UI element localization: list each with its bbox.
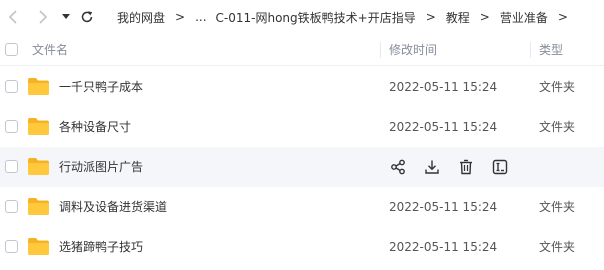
- file-name[interactable]: 调料及设备进货渠道: [59, 187, 167, 227]
- breadcrumb-separator: >: [557, 10, 568, 24]
- share-button[interactable]: [389, 158, 407, 176]
- select-all-checkbox[interactable]: [5, 43, 18, 56]
- breadcrumb-separator: >: [425, 10, 436, 24]
- file-row[interactable]: 选猪蹄鸭子技巧 2022-05-11 15:24 文件夹: [0, 227, 604, 267]
- download-icon: [425, 160, 439, 174]
- rename-button[interactable]: [491, 158, 509, 176]
- column-header-type[interactable]: 类型: [539, 34, 563, 66]
- file-name[interactable]: 选猪蹄鸭子技巧: [59, 227, 143, 267]
- breadcrumb-separator: >: [175, 10, 186, 24]
- breadcrumb-root[interactable]: 我的网盘: [117, 9, 165, 26]
- file-row[interactable]: 调料及设备进货渠道 2022-05-11 15:24 文件夹: [0, 187, 604, 227]
- breadcrumb-ellipsis[interactable]: ...: [195, 10, 206, 24]
- file-name[interactable]: 行动派图片广告: [59, 147, 143, 187]
- breadcrumb-item[interactable]: C-011-网hong铁板鸭技术+开店指导: [216, 9, 416, 26]
- chevron-left-icon: [8, 10, 17, 24]
- row-checkbox[interactable]: [5, 240, 18, 253]
- refresh-icon: [81, 11, 93, 23]
- row-checkbox[interactable]: [5, 80, 18, 93]
- file-type: 文件夹: [539, 80, 576, 94]
- folder-icon: [28, 198, 49, 215]
- file-name[interactable]: 各种设备尺寸: [59, 107, 131, 147]
- refresh-button[interactable]: [78, 8, 96, 26]
- back-button[interactable]: [6, 8, 20, 26]
- history-dropdown-button[interactable]: [60, 8, 72, 26]
- column-divider[interactable]: [380, 42, 381, 58]
- breadcrumb-item[interactable]: 教程: [446, 9, 470, 26]
- toolbar: 我的网盘 > ... C-011-网hong铁板鸭技术+开店指导 > 教程 > …: [0, 0, 604, 34]
- file-modified-time: 2022-05-11 15:24: [389, 200, 498, 214]
- file-list-header: 文件名 修改时间 类型: [0, 34, 604, 66]
- forward-button[interactable]: [36, 8, 50, 26]
- folder-icon: [28, 118, 49, 135]
- breadcrumb-separator: >: [479, 10, 490, 24]
- row-checkbox[interactable]: [5, 200, 18, 213]
- row-checkbox[interactable]: [5, 120, 18, 133]
- file-type: 文件夹: [539, 120, 576, 134]
- dropdown-caret-icon: [62, 14, 70, 19]
- file-modified-time: 2022-05-11 15:24: [389, 80, 498, 94]
- file-modified-time: 2022-05-11 15:24: [389, 120, 498, 134]
- column-header-name[interactable]: 文件名: [32, 34, 68, 66]
- file-row[interactable]: 各种设备尺寸 2022-05-11 15:24 文件夹: [0, 107, 604, 147]
- delete-icon: [460, 159, 472, 175]
- column-divider[interactable]: [530, 42, 531, 58]
- chevron-right-icon: [39, 10, 48, 24]
- column-header-modified[interactable]: 修改时间: [389, 34, 437, 66]
- download-button[interactable]: [423, 158, 441, 176]
- row-actions: [389, 158, 525, 176]
- folder-icon: [28, 238, 49, 255]
- delete-button[interactable]: [457, 158, 475, 176]
- file-name[interactable]: 一千只鸭子成本: [59, 67, 143, 107]
- file-row[interactable]: 一千只鸭子成本 2022-05-11 15:24 文件夹: [0, 67, 604, 107]
- row-checkbox[interactable]: [5, 160, 18, 173]
- file-row-hovered[interactable]: 行动派图片广告: [0, 147, 604, 187]
- share-icon: [391, 159, 405, 175]
- breadcrumb: 我的网盘 > ... C-011-网hong铁板鸭技术+开店指导 > 教程 > …: [117, 0, 578, 34]
- file-type: 文件夹: [539, 200, 576, 214]
- breadcrumb-item-current[interactable]: 营业准备: [500, 9, 548, 26]
- folder-icon: [28, 158, 49, 175]
- file-modified-time: 2022-05-11 15:24: [389, 240, 498, 254]
- rename-icon: [492, 159, 508, 175]
- folder-icon: [28, 78, 49, 95]
- file-type: 文件夹: [539, 240, 576, 254]
